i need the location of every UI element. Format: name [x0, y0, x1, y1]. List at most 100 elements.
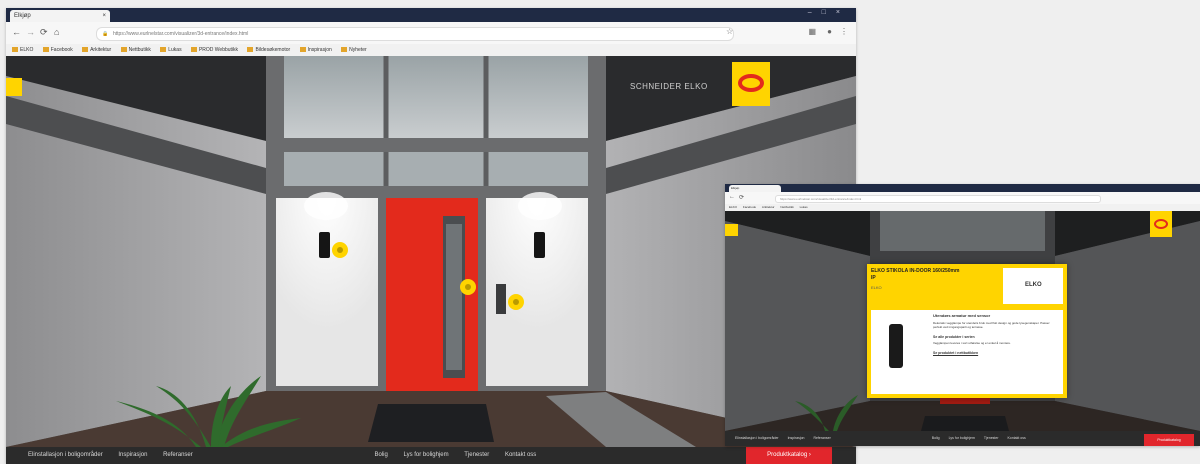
product-catalog-button[interactable]: Produktkatalog — [1144, 434, 1194, 446]
bookmark-item[interactable]: Lukas — [800, 204, 808, 211]
star-icon[interactable]: ☆ — [726, 27, 733, 36]
door-intercom — [496, 284, 506, 314]
footer-link[interactable]: Elinstallasjon i boligområder — [735, 431, 779, 446]
popup-logo-badge — [1150, 211, 1172, 237]
footer-link[interactable]: Lys for bolighjem — [949, 431, 975, 446]
window-controls: –□× — [808, 9, 850, 16]
footer-link[interactable]: Inspirasjon — [118, 447, 147, 464]
minimize-icon[interactable]: – — [808, 9, 822, 16]
bookmark-item[interactable]: Lukas — [160, 44, 182, 56]
back-icon[interactable]: ← — [729, 194, 735, 200]
footer-link[interactable]: Referanser — [163, 447, 193, 464]
profile-icon[interactable]: ● — [827, 27, 832, 36]
popup-tab-bar: Elkjøp — [725, 184, 1200, 192]
main-address-bar: ← → ⟳ ⌂ 🔒 https://www.eurlnelstar.com/vi… — [6, 22, 856, 45]
bookmark-item[interactable]: Nyheter — [341, 44, 367, 56]
bookmark-item[interactable]: ELKO — [12, 44, 33, 56]
brand-box: ELKO — [1003, 268, 1063, 304]
bookmark-item[interactable]: Arkitektur — [82, 44, 111, 56]
folder-icon — [247, 47, 254, 53]
home-icon[interactable]: ⌂ — [54, 27, 59, 37]
bookmark-item[interactable]: ELKO — [729, 204, 737, 211]
doormat — [368, 404, 494, 442]
main-tab-bar: Elkjøp × –□× — [6, 8, 856, 22]
footer-link[interactable]: Tjenester — [464, 447, 489, 464]
footer-link[interactable]: Bolig — [374, 447, 387, 464]
lock-icon: 🔒 — [102, 31, 109, 37]
popup-3d-viewport[interactable]: ELKO STIKOLA IN-DOOR 160/250mm IP ELKO E… — [725, 211, 1200, 431]
footer-link[interactable]: Kontakt oss — [505, 447, 536, 464]
card-header: ELKO STIKOLA IN-DOOR 160/250mm IP ELKO — [871, 268, 999, 306]
card-subheading: Se alle produkter i serien — [933, 334, 975, 339]
main-tab[interactable]: Elkjøp × — [10, 10, 110, 22]
card-body: Utendørs armatur med sensor Dekorativ ve… — [871, 310, 1063, 394]
extensions-icon[interactable]: ▦ — [808, 27, 816, 36]
folder-icon — [12, 47, 18, 53]
hotspot-intercom[interactable] — [508, 294, 524, 310]
upper-glazing — [284, 56, 588, 138]
footer-link[interactable]: Bolig — [932, 431, 940, 446]
hotspot-left-lamp[interactable] — [332, 242, 348, 258]
brand-logo-area: SCHNEIDER ELKO — [630, 62, 770, 106]
folder-icon — [341, 47, 348, 53]
card-title: ELKO STIKOLA IN-DOOR 160/250mm IP — [871, 268, 960, 281]
forward-icon[interactable]: → — [26, 27, 35, 37]
close-window-icon[interactable]: × — [836, 9, 850, 16]
side-menu-tab[interactable] — [6, 78, 22, 96]
card-subtitle: ELKO — [871, 285, 882, 290]
bookmark-item[interactable]: Inspirasjon — [299, 44, 332, 56]
url-text: https://www.eurlnelstar.com/visualizer/3… — [113, 31, 249, 37]
bookmark-item[interactable]: Nettbutikk — [120, 44, 151, 56]
left-side-panel — [276, 198, 378, 386]
bookmark-item[interactable]: Facebook — [42, 44, 73, 56]
folder-icon — [160, 47, 167, 53]
card-description-2: Vegglampen leveres i sort utførelse og e… — [933, 341, 1011, 346]
bookmark-item[interactable]: Nettbutikk — [780, 204, 793, 211]
popup-tab-title: Elkjøp — [731, 186, 740, 190]
footer-link[interactable]: Kontakt oss — [1007, 431, 1025, 446]
bookmark-item[interactable]: Arkitektur — [762, 204, 775, 211]
reload-icon[interactable]: ⟳ — [739, 194, 744, 201]
folder-icon — [120, 47, 127, 53]
reload-icon[interactable]: ⟳ — [40, 27, 48, 38]
card-heading: Utendørs armatur med sensor — [933, 313, 991, 318]
popup-tab[interactable]: Elkjøp — [729, 185, 781, 192]
hotspot-door-handle[interactable] — [460, 279, 476, 295]
url-text: https://www.eurlnelstar.com/visualizer/3… — [780, 197, 862, 201]
side-menu-tab[interactable] — [725, 224, 738, 236]
footer-link[interactable]: Referanser — [813, 431, 830, 446]
folder-icon — [190, 47, 197, 53]
shop-link[interactable]: Se produktet i nettbutikken — [933, 351, 1057, 356]
folder-icon — [82, 47, 89, 53]
footer-link[interactable]: Lys for bolighjem — [403, 447, 448, 464]
main-tab-title: Elkjøp — [14, 13, 31, 19]
back-icon[interactable]: ← — [12, 27, 21, 37]
footer-link[interactable]: Inspirasjon — [788, 431, 805, 446]
logo-swirl-icon — [1154, 219, 1168, 229]
card-description: Dekorativ vegglampe for utendørs bruk me… — [933, 320, 1050, 330]
bookmark-item[interactable]: PROD Webbutikk — [190, 44, 238, 56]
bookmark-item[interactable]: Bildesøkemotor — [247, 44, 290, 56]
popup-footer-bar: Elinstallasjon i boligområder Inspirasjo… — [725, 431, 1200, 446]
folder-icon — [42, 47, 49, 53]
maximize-icon[interactable]: □ — [822, 9, 836, 16]
product-catalog-button[interactable]: Produktkatalog › — [746, 447, 832, 464]
product-image — [889, 324, 903, 368]
tab-close-icon[interactable]: × — [102, 10, 106, 22]
logo-swirl-icon — [738, 74, 764, 92]
main-footer-bar: Elinstallasjon i boligområder Inspirasjo… — [6, 447, 856, 464]
folder-icon — [299, 47, 306, 53]
chevron-right-icon: › — [808, 452, 811, 458]
popup-browser-window: Elkjøp ← ⟳ https://www.eurlnelstar.com/v… — [725, 184, 1200, 446]
brand-logo-text: SCHNEIDER ELKO — [630, 82, 708, 91]
transom-glazing — [284, 152, 588, 186]
right-wall-lamp — [534, 232, 545, 258]
left-wall-lamp — [319, 232, 330, 258]
bookmark-item[interactable]: Facebook — [743, 204, 756, 211]
url-field[interactable]: https://www.eurlnelstar.com/visualizer/3… — [775, 195, 1101, 203]
url-field[interactable]: 🔒 https://www.eurlnelstar.com/visualizer… — [96, 27, 734, 41]
menu-icon[interactable]: ⋮ — [840, 27, 848, 36]
footer-link[interactable]: Tjenester — [984, 431, 999, 446]
product-info-card: ELKO STIKOLA IN-DOOR 160/250mm IP ELKO E… — [867, 264, 1067, 398]
footer-link[interactable]: Elinstallasjon i boligområder — [28, 447, 103, 464]
